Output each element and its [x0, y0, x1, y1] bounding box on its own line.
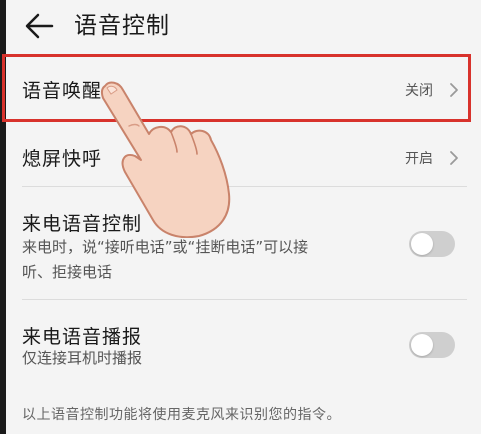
back-button[interactable] — [24, 11, 58, 41]
page-title: 语音控制 — [74, 13, 170, 39]
footer-note: 以上语音控制功能将使用麦克风来识别您的指令。 — [22, 407, 341, 423]
toggle-knob — [411, 334, 433, 356]
toggle-knob — [411, 233, 433, 255]
screen-off-quick-call-title: 熄屏快呼 — [22, 148, 103, 170]
incoming-call-voice-control-desc-line1: 来电时，说“接听电话”或“挂断电话”可以接 — [22, 238, 309, 256]
header: 语音控制 — [6, 0, 481, 52]
chevron-right-icon — [450, 151, 458, 165]
tapping-hand-icon — [100, 81, 231, 238]
incoming-call-voice-broadcast-toggle[interactable] — [409, 332, 455, 358]
incoming-call-voice-broadcast-title: 来电语音播报 — [22, 326, 143, 348]
incoming-call-voice-broadcast-row: 来电语音播报 仅连接耳机时播报 — [6, 300, 481, 380]
incoming-call-voice-broadcast-desc: 仅连接耳机时播报 — [22, 349, 143, 367]
incoming-call-voice-control-toggle[interactable] — [409, 231, 455, 257]
arrow-left-icon — [25, 13, 54, 39]
screen-off-quick-call-value: 开启 — [405, 151, 433, 167]
incoming-call-voice-control-desc-line2: 听、拒接电话 — [22, 263, 113, 281]
